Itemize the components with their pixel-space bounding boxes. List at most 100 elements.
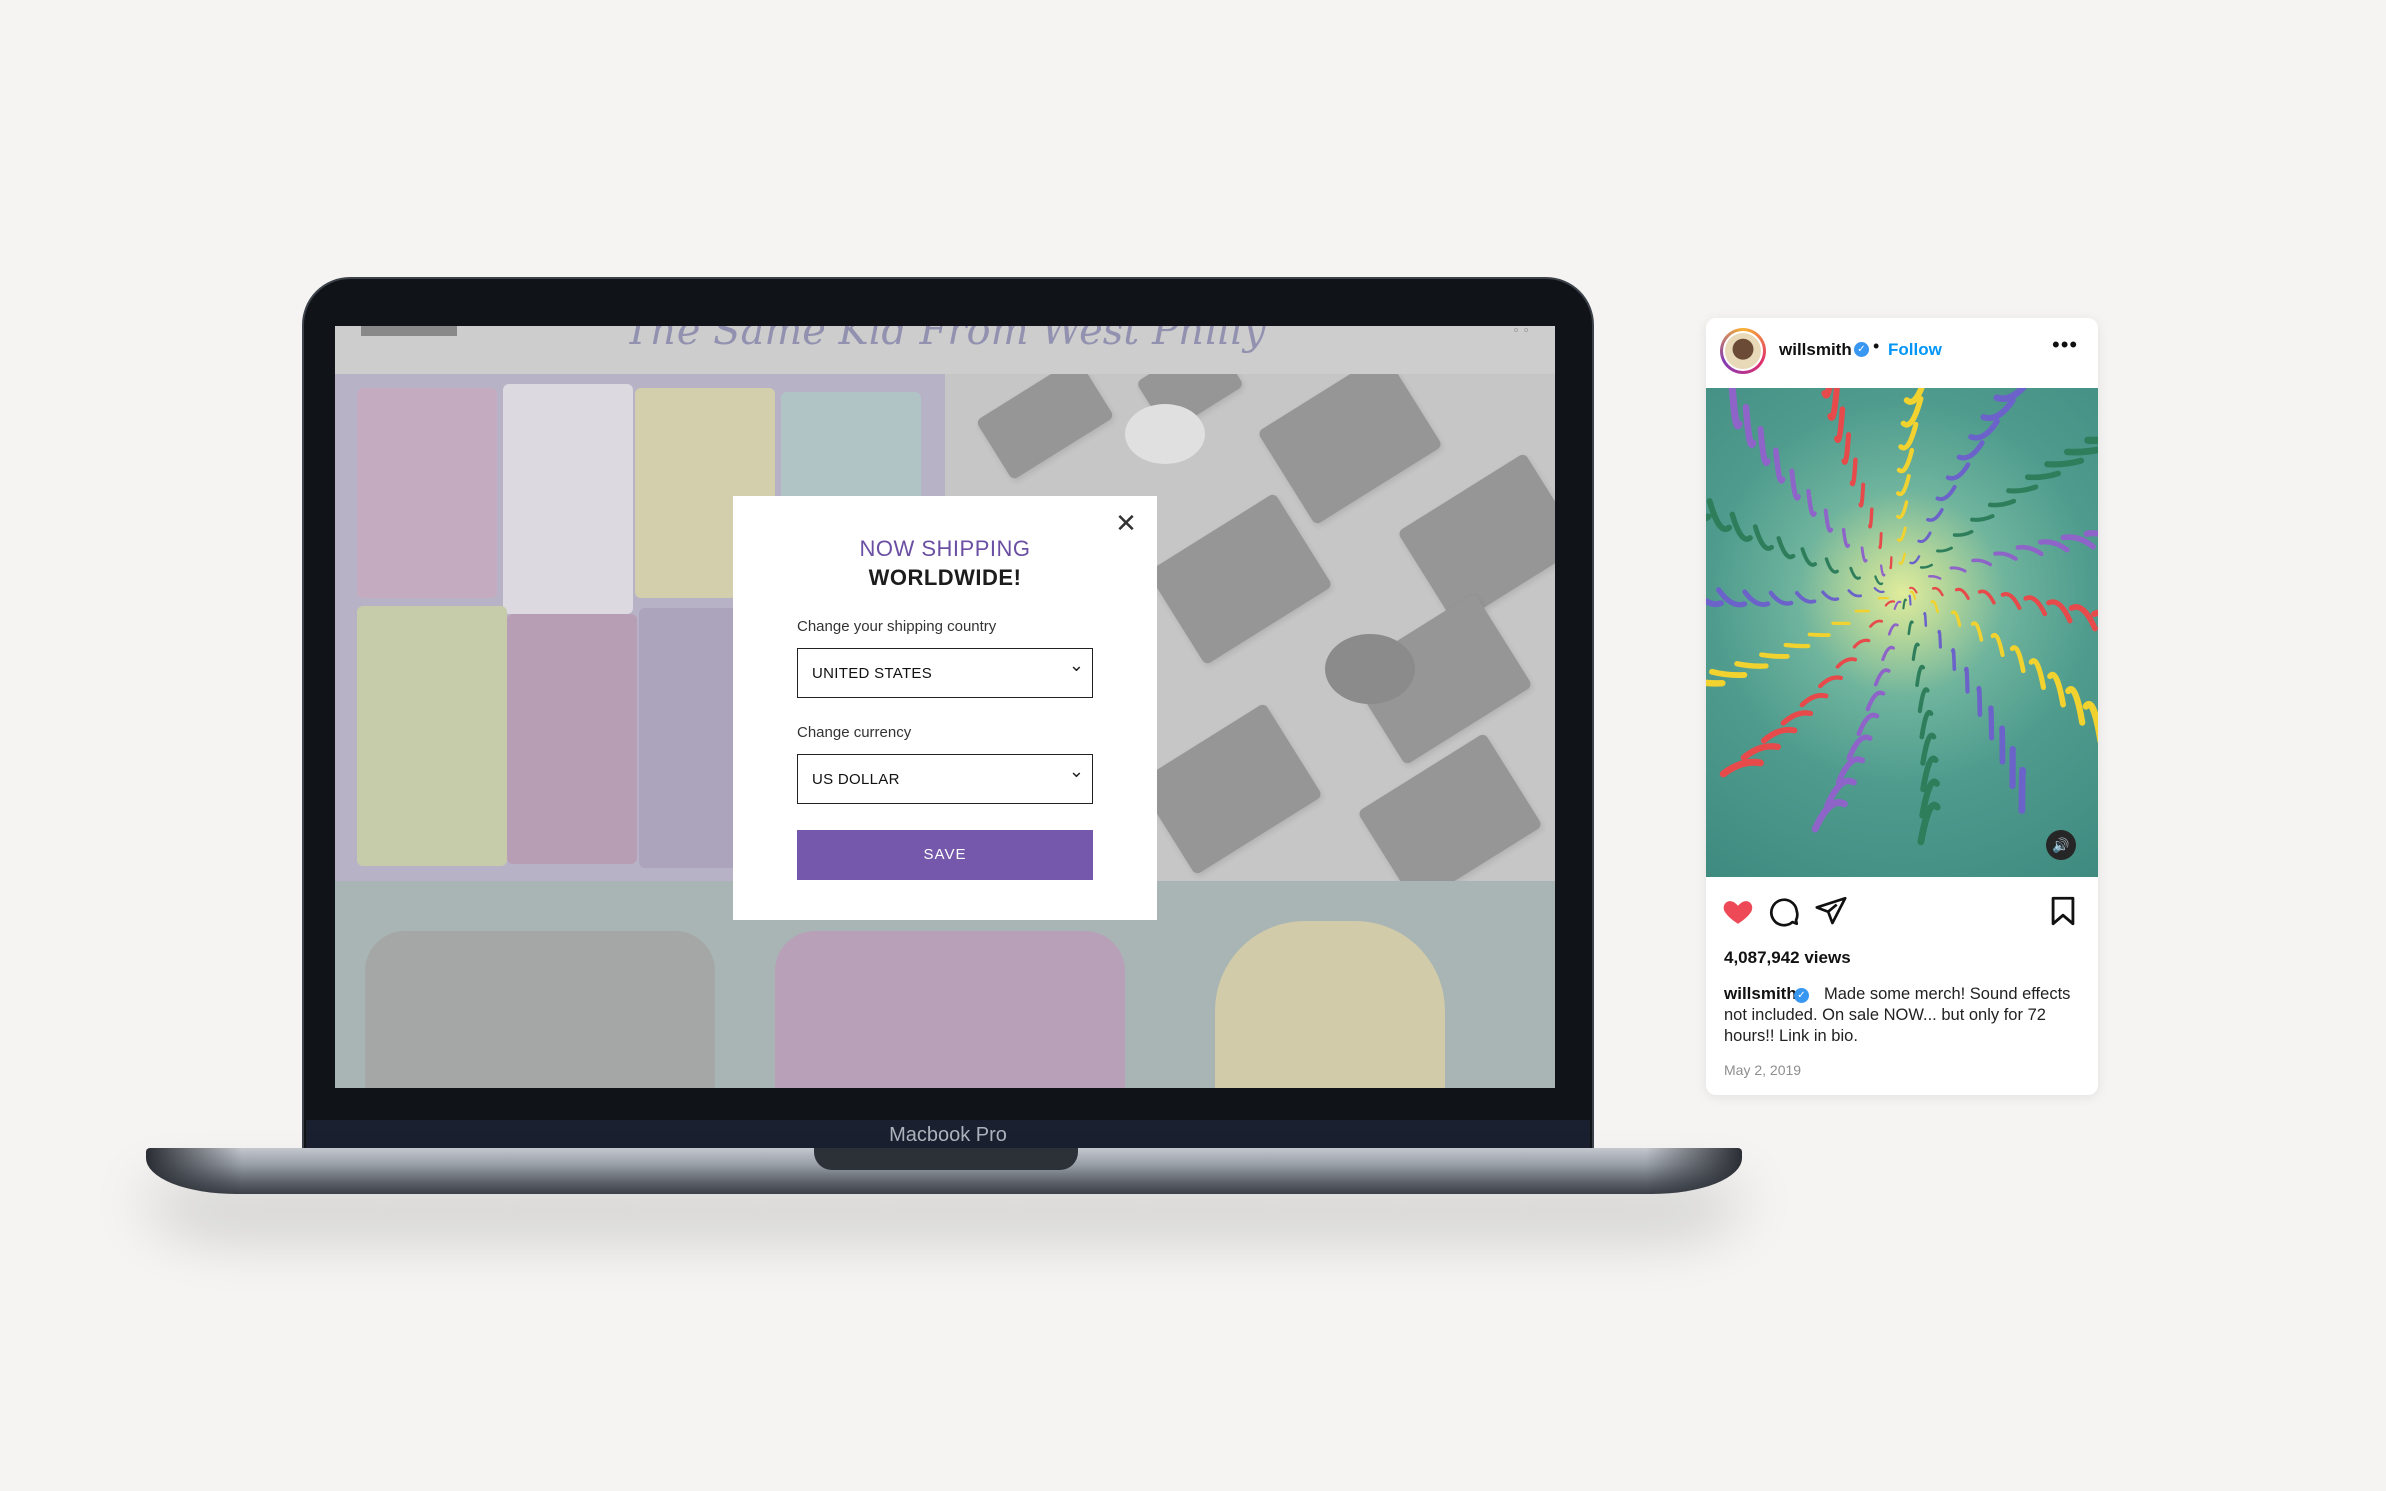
squiggle-shape — [2044, 457, 2085, 468]
separator-dot: • — [1873, 336, 1880, 356]
laptop-model-label: Macbook Pro — [889, 1124, 1007, 1146]
squiggle-shape — [1952, 529, 1974, 537]
modal-title: NOW SHIPPING — [859, 536, 1031, 561]
post-video[interactable]: 🔊 — [1706, 388, 2098, 877]
squiggle-shape — [2009, 645, 2026, 674]
close-icon[interactable]: ✕ — [1113, 510, 1139, 536]
more-icon[interactable]: ••• — [2052, 332, 2078, 358]
comment-icon[interactable] — [1767, 894, 1801, 928]
laptop-screen: The Same Kid From West Philly ◦ ◦ ✕ NOW — [335, 326, 1555, 1088]
squiggle-shape — [1937, 629, 1943, 649]
squiggle-shape — [1935, 484, 1957, 502]
squiggle-shape — [1760, 726, 1798, 744]
squiggle-shape — [1987, 498, 2017, 508]
volume-icon[interactable]: 🔊 — [2046, 830, 2076, 860]
squiggle-shape — [1896, 526, 1907, 542]
squiggle-shape — [1930, 600, 1939, 614]
verified-badge-icon: ✓ — [1854, 342, 1869, 357]
squiggle-shape — [1878, 532, 1883, 549]
squiggle-shape — [1856, 712, 1880, 737]
squiggle-shape — [1873, 586, 1885, 594]
save-button[interactable]: SAVE — [797, 830, 1093, 880]
video-frame-pattern — [1706, 388, 2098, 846]
squiggle-shape — [1884, 600, 1896, 607]
squiggle-shape — [2000, 592, 2022, 610]
squiggle-shape — [1893, 600, 1902, 610]
like-heart-icon[interactable] — [1721, 894, 1755, 928]
squiggle-shape — [1799, 693, 1829, 708]
squiggle-shape — [1931, 586, 1944, 597]
chevron-down-icon: ⌄ — [1068, 655, 1084, 675]
squiggle-shape — [1709, 668, 1748, 679]
squiggle-shape — [1806, 488, 1817, 517]
squiggle-shape — [1911, 642, 1920, 661]
squiggle-shape — [1860, 546, 1868, 563]
squiggle-shape — [1980, 397, 2016, 422]
shipping-modal: ✕ NOW SHIPPING WORLDWIDE! Change your sh… — [733, 496, 1157, 920]
squiggle-shape — [1752, 524, 1775, 551]
squiggle-shape — [1909, 590, 1917, 600]
squiggle-shape — [1740, 743, 1781, 761]
post-username[interactable]: willsmith — [1779, 340, 1852, 360]
squiggle-shape — [1923, 612, 1928, 627]
laptop-notch — [814, 1148, 1078, 1170]
squiggle-shape — [1719, 758, 1764, 778]
post-date: May 2, 2019 — [1724, 1062, 1802, 1078]
squiggle-shape — [1773, 447, 1786, 484]
squiggle-shape — [1887, 623, 1899, 636]
squiggle-shape — [2064, 446, 2098, 456]
squiggle-shape — [1976, 686, 1983, 717]
squiggle-shape — [1956, 440, 1985, 461]
country-label: Change your shipping country — [797, 618, 997, 635]
squiggle-shape — [1945, 462, 1971, 481]
follow-button[interactable]: Follow — [1888, 340, 1942, 360]
currency-select[interactable]: US DOLLAR ⌄ — [797, 754, 1093, 804]
squiggle-shape — [1858, 482, 1866, 508]
squiggle-shape — [1868, 507, 1874, 529]
squiggle-shape — [2023, 595, 2048, 617]
squiggle-shape — [1742, 403, 1757, 448]
squiggle-shape — [1783, 642, 1811, 649]
squiggle-shape — [2018, 767, 2027, 814]
squiggle-shape — [1954, 587, 1970, 601]
squiggle-shape — [2038, 539, 2070, 553]
avatar-image — [1723, 331, 1763, 371]
squiggle-shape — [1706, 498, 1733, 532]
squiggle-shape — [1896, 474, 1911, 497]
squiggle-shape — [1898, 552, 1906, 565]
squiggle-shape — [1776, 536, 1796, 560]
squiggle-shape — [1970, 514, 1995, 522]
squiggle-shape — [1896, 447, 1915, 474]
squiggle-shape — [1919, 563, 1933, 569]
bookmark-icon[interactable] — [2046, 894, 2080, 928]
avatar[interactable] — [1720, 328, 1766, 374]
squiggle-shape — [1821, 590, 1840, 601]
country-select[interactable]: UNITED STATES ⌄ — [797, 648, 1093, 698]
share-icon[interactable] — [1814, 894, 1848, 928]
squiggle-shape — [2006, 484, 2039, 494]
squiggle-shape — [1977, 589, 1996, 605]
squiggle-shape — [1881, 645, 1895, 662]
squiggle-shape — [1873, 668, 1891, 687]
views-count: 4,087,942 views — [1724, 948, 1851, 967]
squiggle-shape — [1742, 589, 1771, 607]
squiggle-shape — [1926, 508, 1944, 522]
squiggle-shape — [1907, 620, 1914, 636]
squiggle-shape — [2065, 686, 2086, 726]
instagram-post-card: willsmith ✓ • Follow ••• 🔊 4,087,942 vie… — [1706, 318, 2098, 1095]
squiggle-shape — [1908, 594, 1912, 606]
squiggle-shape — [1964, 666, 1970, 694]
squiggle-shape — [1865, 690, 1886, 712]
squiggle-shape — [1835, 657, 1858, 669]
squiggle-shape — [1993, 388, 2027, 402]
country-value: UNITED STATES — [812, 665, 933, 682]
squiggle-shape — [1849, 566, 1861, 580]
squiggle-shape — [1800, 547, 1818, 567]
squiggle-shape — [1889, 556, 1893, 570]
squiggle-shape — [1988, 705, 1995, 741]
squiggle-shape — [1898, 421, 1919, 451]
squiggle-shape — [1759, 652, 1790, 659]
squiggle-shape — [1823, 508, 1834, 533]
squiggle-shape — [1874, 575, 1884, 586]
squiggle-shape — [1706, 679, 1726, 687]
